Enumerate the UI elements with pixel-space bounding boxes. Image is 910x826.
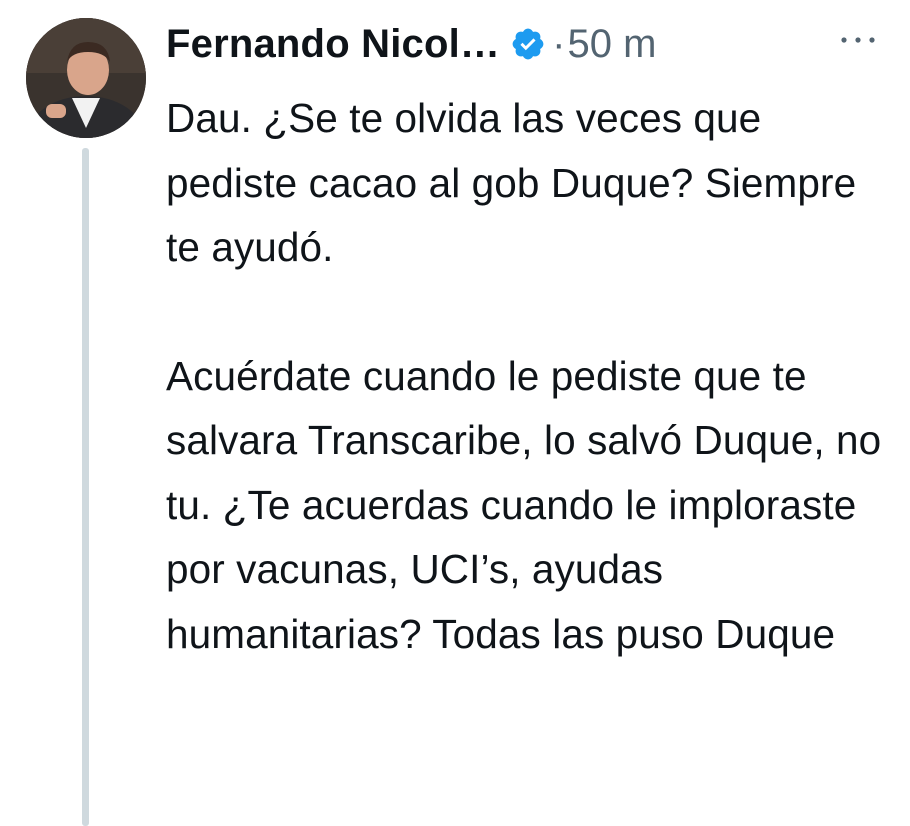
tweet-text: Dau. ¿Se te olvida las veces que pediste… <box>166 86 896 666</box>
more-options-icon[interactable] <box>836 28 880 52</box>
tweet-header: Fernando Nicol… · 50 m <box>166 16 886 72</box>
timestamp[interactable]: 50 m <box>567 22 656 67</box>
separator-dot: · <box>552 21 566 66</box>
author-name[interactable]: Fernando Nicol… <box>166 22 500 67</box>
verified-badge-icon <box>512 28 544 60</box>
author-avatar[interactable] <box>26 18 146 138</box>
thread-line <box>82 148 89 826</box>
avatar-photo <box>26 18 146 138</box>
tweet-paragraph: Acuérdate cuando le pediste que te salva… <box>166 352 882 657</box>
tweet-paragraph: Dau. ¿Se te olvida las veces que pediste… <box>166 95 857 270</box>
